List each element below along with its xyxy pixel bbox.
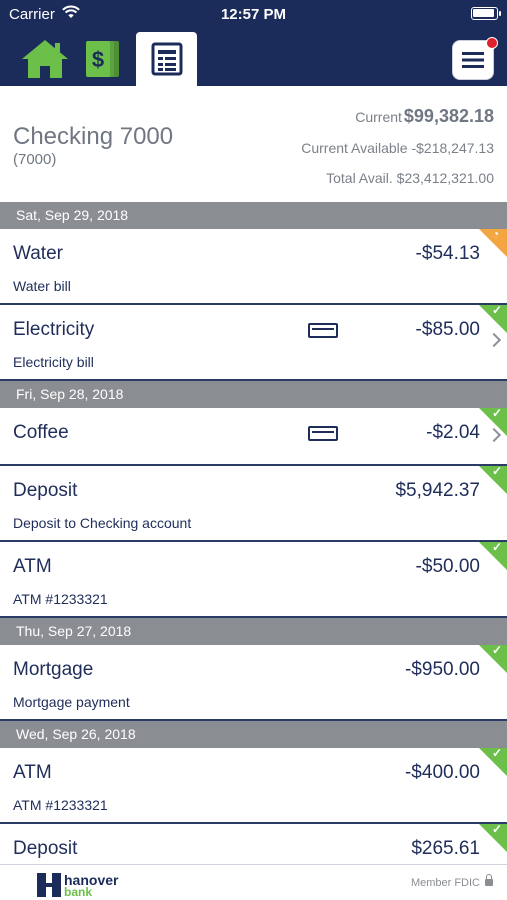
transaction-title: Mortgage bbox=[13, 659, 94, 680]
cleared-check-icon: ✓ bbox=[479, 305, 507, 333]
cleared-check-icon: ✓ bbox=[479, 542, 507, 570]
hamburger-menu-icon bbox=[462, 52, 484, 68]
pending-clock-icon: ◔ bbox=[479, 229, 507, 257]
transaction-memo: Deposit to Checking account bbox=[13, 515, 192, 531]
cleared-check-icon: ✓ bbox=[479, 645, 507, 673]
transaction-title: Coffee bbox=[13, 422, 69, 443]
transaction-list: Sat, Sep 29, 2018 Water Water bill -$54.… bbox=[0, 202, 507, 900]
cleared-check-icon: ✓ bbox=[479, 748, 507, 776]
transaction-row[interactable]: Mortgage Mortgage payment -$950.00 ✓ bbox=[0, 645, 507, 721]
bank-logo-mark bbox=[37, 873, 61, 897]
transaction-memo: ATM #1233321 bbox=[13, 797, 108, 813]
date-header: Fri, Sep 28, 2018 bbox=[0, 381, 507, 408]
battery-icon bbox=[471, 7, 501, 20]
tab-home[interactable] bbox=[18, 32, 72, 86]
footer: hanover bank Member FDIC bbox=[0, 864, 507, 900]
transaction-title: ATM bbox=[13, 556, 52, 577]
transaction-title: ATM bbox=[13, 762, 52, 783]
current-balance: Current $99,382.18 bbox=[355, 106, 494, 127]
transaction-memo: ATM #1233321 bbox=[13, 591, 108, 607]
transaction-row[interactable]: Deposit Deposit to Checking account $5,9… bbox=[0, 466, 507, 542]
svg-text:$: $ bbox=[92, 47, 104, 72]
transaction-row[interactable]: ATM ATM #1233321 -$400.00 ✓ bbox=[0, 748, 507, 824]
cleared-check-icon: ✓ bbox=[479, 466, 507, 494]
ledger-icon bbox=[151, 42, 182, 76]
current-balance-value: $99,382.18 bbox=[403, 106, 494, 126]
transaction-amount: -$950.00 bbox=[404, 659, 480, 680]
date-header: Thu, Sep 27, 2018 bbox=[0, 618, 507, 645]
chevron-right-icon bbox=[486, 332, 502, 348]
card-icon bbox=[308, 323, 338, 338]
transaction-row[interactable]: ATM ATM #1233321 -$50.00 ✓ bbox=[0, 542, 507, 618]
lock-icon bbox=[485, 874, 493, 886]
member-fdic-label: Member FDIC bbox=[410, 877, 480, 889]
account-number: (7000) bbox=[13, 151, 57, 168]
bank-logo: hanover bank bbox=[37, 871, 129, 899]
transaction-row[interactable]: Water Water bill -$54.13 ◔ bbox=[0, 229, 507, 305]
transaction-title: Deposit bbox=[13, 838, 78, 859]
bank-logo-word2: bank bbox=[64, 885, 93, 899]
money-icon: $ bbox=[86, 41, 119, 77]
date-header: Wed, Sep 26, 2018 bbox=[0, 721, 507, 748]
transaction-row[interactable]: Coffee -$2.04 ✓ bbox=[0, 408, 507, 466]
cleared-check-icon: ✓ bbox=[479, 824, 507, 852]
total-available: Total Avail. $23,412,321.00 bbox=[326, 170, 494, 186]
top-bar: Carrier 12:57 PM $ bbox=[0, 0, 507, 86]
tab-money[interactable]: $ bbox=[82, 32, 126, 86]
status-bar: Carrier 12:57 PM bbox=[0, 0, 507, 30]
status-time: 12:57 PM bbox=[220, 6, 287, 23]
transaction-amount: -$50.00 bbox=[415, 556, 480, 577]
transaction-memo: Mortgage payment bbox=[13, 694, 130, 710]
transaction-title: Water bbox=[13, 243, 63, 264]
current-balance-label: Current bbox=[355, 109, 402, 125]
notification-badge bbox=[486, 37, 498, 49]
transaction-amount: $5,942.37 bbox=[395, 480, 480, 501]
transaction-row[interactable]: Electricity Electricity bill -$85.00 ✓ bbox=[0, 305, 507, 381]
transaction-title: Deposit bbox=[13, 480, 78, 501]
tab-ledger[interactable] bbox=[136, 32, 197, 86]
transaction-amount: -$85.00 bbox=[415, 319, 480, 340]
current-available: Current Available -$218,247.13 bbox=[301, 140, 494, 156]
transaction-amount: $265.61 bbox=[411, 838, 480, 859]
account-name: Checking 7000 bbox=[13, 123, 174, 150]
menu-button[interactable] bbox=[452, 37, 498, 80]
transaction-memo: Electricity bill bbox=[13, 354, 94, 370]
account-summary: Checking 7000 (7000) Current $99,382.18 C… bbox=[0, 86, 507, 202]
transaction-amount: -$2.04 bbox=[426, 422, 480, 443]
transaction-amount: -$54.13 bbox=[415, 243, 480, 264]
transaction-title: Electricity bbox=[13, 319, 95, 340]
home-icon bbox=[22, 40, 68, 78]
member-fdic: Member FDIC bbox=[410, 874, 493, 889]
date-header: Sat, Sep 29, 2018 bbox=[0, 202, 507, 229]
transaction-memo: Water bill bbox=[13, 278, 71, 294]
transaction-amount: -$400.00 bbox=[404, 762, 480, 783]
cleared-check-icon: ✓ bbox=[479, 408, 507, 436]
card-icon bbox=[308, 426, 338, 441]
